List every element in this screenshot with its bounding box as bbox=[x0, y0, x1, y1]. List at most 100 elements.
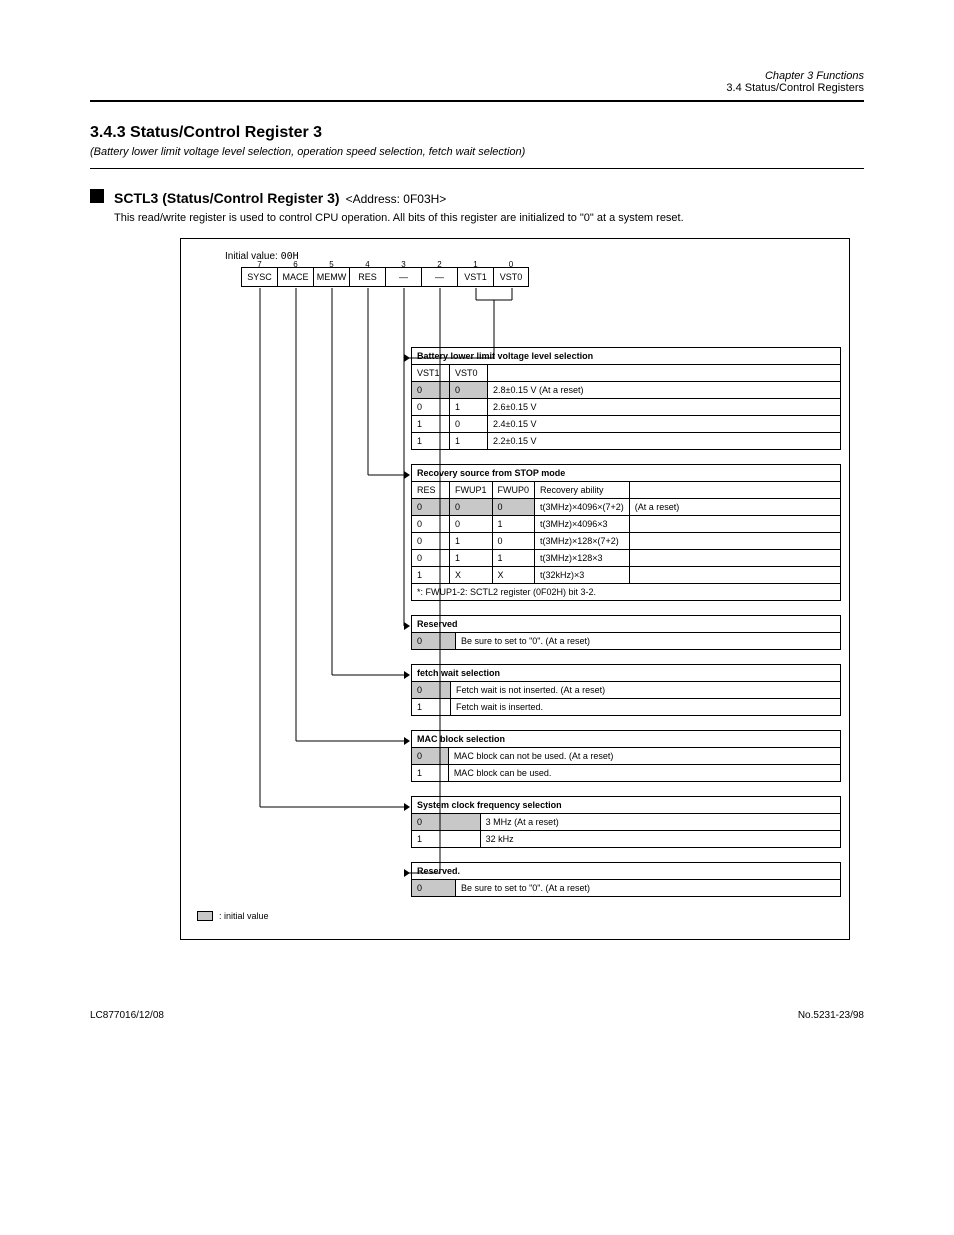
section-rule bbox=[90, 168, 864, 169]
table-cell: Be sure to set to "0". (At a reset) bbox=[456, 633, 841, 650]
bit-row: SYSC7MACE6MEMW5RES4—3—2VST11VST00 bbox=[241, 267, 833, 287]
table-cell: 32 kHz bbox=[480, 831, 840, 848]
table-cell: 1 bbox=[412, 765, 449, 782]
table-title: Reserved bbox=[412, 616, 841, 633]
legend-text: : initial value bbox=[219, 911, 269, 921]
bit-number: 6 bbox=[278, 256, 313, 274]
table-col-header: Recovery ability bbox=[535, 482, 630, 499]
table-cell: 1 bbox=[412, 567, 450, 584]
table-col-header bbox=[488, 365, 841, 382]
table-cell: 1 bbox=[412, 416, 450, 433]
bit-cell: SYSC7 bbox=[241, 267, 277, 287]
bit-cell: VST11 bbox=[457, 267, 493, 287]
table-cell: 0 bbox=[450, 382, 488, 399]
table-cell: 0 bbox=[412, 550, 450, 567]
bit-number: 5 bbox=[314, 256, 349, 274]
table-cell: 1 bbox=[492, 516, 535, 533]
table-cell: 0 bbox=[412, 633, 456, 650]
bit-description-table: fetch wait selection0Fetch wait is not i… bbox=[411, 664, 841, 716]
table-cell bbox=[629, 533, 840, 550]
table-cell: 0 bbox=[492, 499, 535, 516]
legend-swatch bbox=[197, 911, 213, 921]
table-col-header bbox=[629, 482, 840, 499]
table-cell: 1 bbox=[412, 433, 450, 450]
bit-description-table: Battery lower limit voltage level select… bbox=[411, 347, 841, 450]
table-cell: t(3MHz)×128×3 bbox=[535, 550, 630, 567]
table-cell: 0 bbox=[412, 382, 450, 399]
legend: : initial value bbox=[197, 911, 833, 921]
table-cell: t(3MHz)×4096×3 bbox=[535, 516, 630, 533]
table-cell: t(3MHz)×4096×(7+2) bbox=[535, 499, 630, 516]
bit-cell: MACE6 bbox=[277, 267, 313, 287]
table-cell: (At a reset) bbox=[629, 499, 840, 516]
chapter-label: Chapter 3 Functions bbox=[90, 70, 864, 82]
section-subtitle: (Battery lower limit voltage level selec… bbox=[90, 146, 864, 158]
bit-number: 2 bbox=[422, 256, 457, 274]
section-label: 3.4 Status/Control Registers bbox=[90, 82, 864, 94]
section-title: 3.4.3 Status/Control Register 3 bbox=[90, 124, 864, 142]
bit-cell: —3 bbox=[385, 267, 421, 287]
bit-number: 1 bbox=[458, 256, 493, 274]
table-cell: t(32kHz)×3 bbox=[535, 567, 630, 584]
table-cell: 0 bbox=[412, 533, 450, 550]
table-cell: 1 bbox=[450, 550, 493, 567]
table-cell: X bbox=[450, 567, 493, 584]
table-note: *: FWUP1-2: SCTL2 register (0F02H) bit 3… bbox=[412, 584, 841, 601]
bit-cell: RES4 bbox=[349, 267, 385, 287]
table-title: System clock frequency selection bbox=[412, 797, 841, 814]
header-rule bbox=[90, 100, 864, 102]
table-cell: 0 bbox=[412, 682, 451, 699]
table-cell: 1 bbox=[450, 399, 488, 416]
table-cell: 1 bbox=[412, 831, 481, 848]
table-col-header: RES bbox=[412, 482, 450, 499]
table-cell: 1 bbox=[450, 533, 493, 550]
table-col-header: VST0 bbox=[450, 365, 488, 382]
bit-cell: —2 bbox=[421, 267, 457, 287]
running-header: Chapter 3 Functions 3.4 Status/Control R… bbox=[90, 70, 864, 94]
table-col-header: VST1 bbox=[412, 365, 450, 382]
table-title: fetch wait selection bbox=[412, 665, 841, 682]
register-name: SCTL3 (Status/Control Register 3) bbox=[114, 190, 340, 206]
table-cell: 0 bbox=[492, 533, 535, 550]
table-cell: 0 bbox=[450, 499, 493, 516]
table-cell: X bbox=[492, 567, 535, 584]
bullet-icon bbox=[90, 189, 104, 203]
table-cell bbox=[629, 550, 840, 567]
table-title: Recovery source from STOP mode bbox=[412, 465, 841, 482]
table-cell: 0 bbox=[412, 880, 456, 897]
register-diagram: Initial value: 00H SYSC7MACE6MEMW5RES4—3… bbox=[180, 238, 850, 940]
table-cell: 1 bbox=[412, 699, 451, 716]
table-cell: MAC block can be used. bbox=[448, 765, 840, 782]
bit-number: 4 bbox=[350, 256, 385, 274]
table-title: Battery lower limit voltage level select… bbox=[412, 348, 841, 365]
table-cell: 0 bbox=[412, 399, 450, 416]
table-cell: 2.8±0.15 V (At a reset) bbox=[488, 382, 841, 399]
table-col-header: FWUP0 bbox=[492, 482, 535, 499]
table-cell: 0 bbox=[412, 748, 449, 765]
table-title: MAC block selection bbox=[412, 731, 841, 748]
register-heading: SCTL3 (Status/Control Register 3) <Addre… bbox=[90, 187, 864, 206]
table-cell bbox=[629, 516, 840, 533]
bit-description-table: Recovery source from STOP modeRESFWUP1FW… bbox=[411, 464, 841, 601]
footer-right: No.5231-23/98 bbox=[798, 1010, 864, 1021]
page-footer: LC877016/12/08 No.5231-23/98 bbox=[90, 1010, 864, 1021]
table-cell: Fetch wait is inserted. bbox=[451, 699, 841, 716]
bit-number: 3 bbox=[386, 256, 421, 274]
register-description: This read/write register is used to cont… bbox=[114, 212, 754, 224]
table-cell: 2.4±0.15 V bbox=[488, 416, 841, 433]
table-cell: 0 bbox=[412, 499, 450, 516]
bit-description-table: MAC block selection0MAC block can not be… bbox=[411, 730, 841, 782]
table-cell: t(3MHz)×128×(7+2) bbox=[535, 533, 630, 550]
bit-number: 7 bbox=[242, 256, 277, 274]
table-cell: MAC block can not be used. (At a reset) bbox=[448, 748, 840, 765]
table-title: Reserved. bbox=[412, 863, 841, 880]
register-address: <Address: 0F03H> bbox=[346, 192, 447, 206]
table-cell: 2.2±0.15 V bbox=[488, 433, 841, 450]
bit-description-table: Reserved.0Be sure to set to "0". (At a r… bbox=[411, 862, 841, 897]
table-cell: 1 bbox=[492, 550, 535, 567]
footer-left: LC877016/12/08 bbox=[90, 1010, 164, 1021]
bit-description-table: System clock frequency selection03 MHz (… bbox=[411, 796, 841, 848]
tables-container: Battery lower limit voltage level select… bbox=[411, 347, 833, 897]
table-col-header: FWUP1 bbox=[450, 482, 493, 499]
table-cell: 0 bbox=[412, 814, 481, 831]
